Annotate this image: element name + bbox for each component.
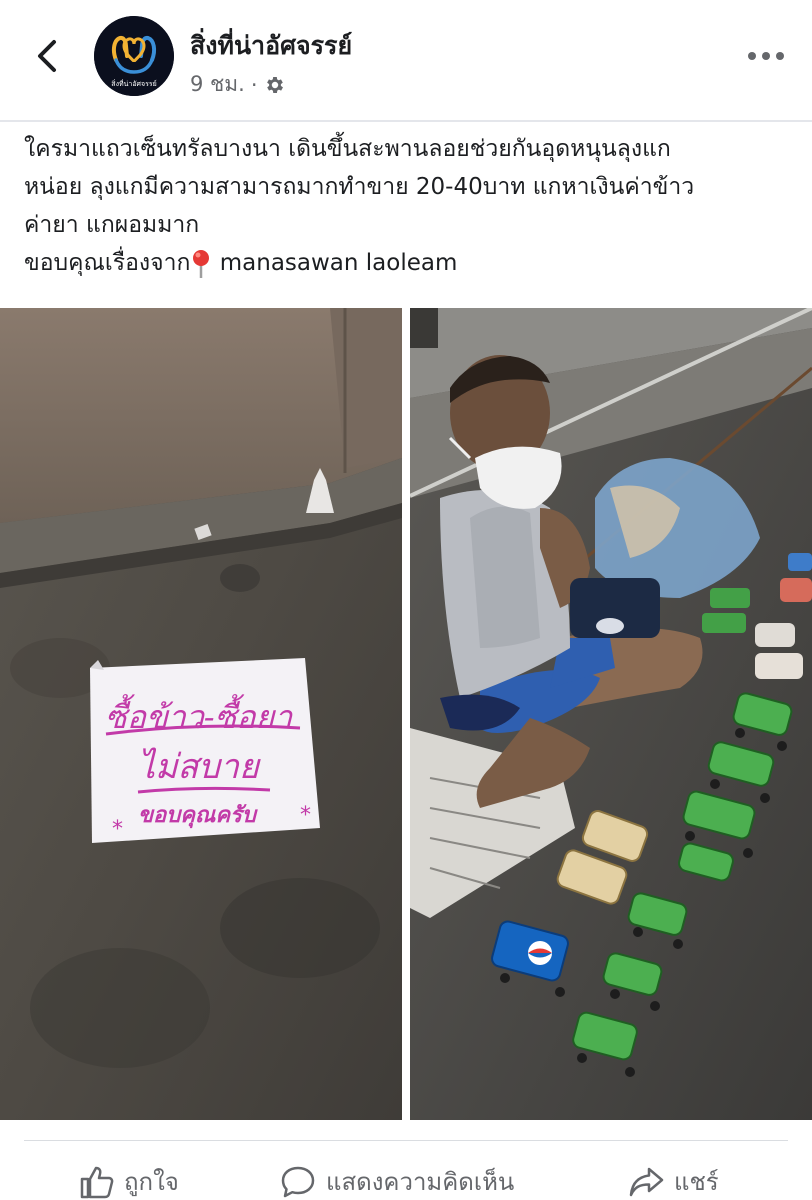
page-avatar[interactable]: สิ่งที่น่าอัศจรรย์ bbox=[94, 16, 174, 96]
credit-prefix: ขอบคุณเรื่องจาก bbox=[24, 250, 191, 276]
vendor-photo-image bbox=[410, 308, 812, 1120]
caption-line: หน่อย ลุงแกมีความสามารถมากทำขาย 20-40บาท… bbox=[24, 174, 695, 200]
sign-line-3: ขอบคุณครับ bbox=[138, 803, 258, 829]
meta-separator: · bbox=[250, 72, 258, 97]
caption-line: ใครมาแถวเซ็นทรัลบางนา เดินขึ้นสะพานลอยช่… bbox=[24, 136, 671, 162]
post-meta: 9 ชม. · bbox=[190, 68, 286, 101]
map-pin-icon bbox=[193, 249, 210, 278]
share-icon bbox=[629, 1167, 664, 1196]
more-options-button[interactable] bbox=[746, 44, 786, 68]
actions-divider bbox=[24, 1140, 788, 1141]
sign-photo-image: ซื้อข้าว-ซื้อยา ไม่สบาย ขอบคุณครับ * * bbox=[0, 308, 402, 1120]
photo-sign[interactable]: ซื้อข้าว-ซื้อยา ไม่สบาย ขอบคุณครับ * * bbox=[0, 308, 402, 1120]
hands-heart-logo-icon: สิ่งที่น่าอัศจรรย์ bbox=[94, 16, 174, 96]
post-time[interactable]: 9 ชม. bbox=[190, 68, 245, 101]
sign-line-2: ไม่สบาย bbox=[138, 747, 261, 787]
header-divider bbox=[0, 120, 812, 122]
like-label: ถูกใจ bbox=[124, 1168, 179, 1196]
post-header: สิ่งที่น่าอัศจรรย์ สิ่งที่น่าอัศจรรย์ 9 … bbox=[0, 0, 812, 118]
sign-asterisk-right: * bbox=[300, 803, 311, 828]
caption-credit: ขอบคุณเรื่องจาก manasawan laoleam bbox=[24, 244, 794, 282]
post-caption: ใครมาแถวเซ็นทรัลบางนา เดินขึ้นสะพานลอยช่… bbox=[24, 130, 794, 282]
avatar-logo-text: สิ่งที่น่าอัศจรรย์ bbox=[111, 79, 156, 88]
caption-line: ค่ายา แกผอมมาก bbox=[24, 212, 200, 238]
thumbs-up-icon bbox=[80, 1166, 114, 1198]
page-name[interactable]: สิ่งที่น่าอัศจรรย์ bbox=[190, 26, 352, 66]
credit-name[interactable]: manasawan laoleam bbox=[220, 250, 458, 276]
comment-icon bbox=[281, 1166, 315, 1197]
like-button[interactable]: ถูกใจ bbox=[78, 1162, 179, 1200]
more-dots-icon bbox=[748, 52, 784, 60]
back-arrow-icon bbox=[38, 40, 56, 72]
comment-button[interactable]: แสดงความคิดเห็น bbox=[280, 1162, 514, 1200]
share-button[interactable]: แชร์ bbox=[628, 1162, 719, 1200]
photo-vendor[interactable] bbox=[410, 308, 812, 1120]
sign-asterisk-left: * bbox=[112, 817, 123, 842]
gear-icon bbox=[266, 76, 283, 93]
post-actions-bar: ถูกใจ แสดงความคิดเห็น แชร์ bbox=[0, 1150, 812, 1200]
comment-label: แสดงความคิดเห็น bbox=[326, 1168, 515, 1196]
back-button[interactable] bbox=[30, 36, 64, 76]
share-label: แชร์ bbox=[674, 1168, 719, 1196]
